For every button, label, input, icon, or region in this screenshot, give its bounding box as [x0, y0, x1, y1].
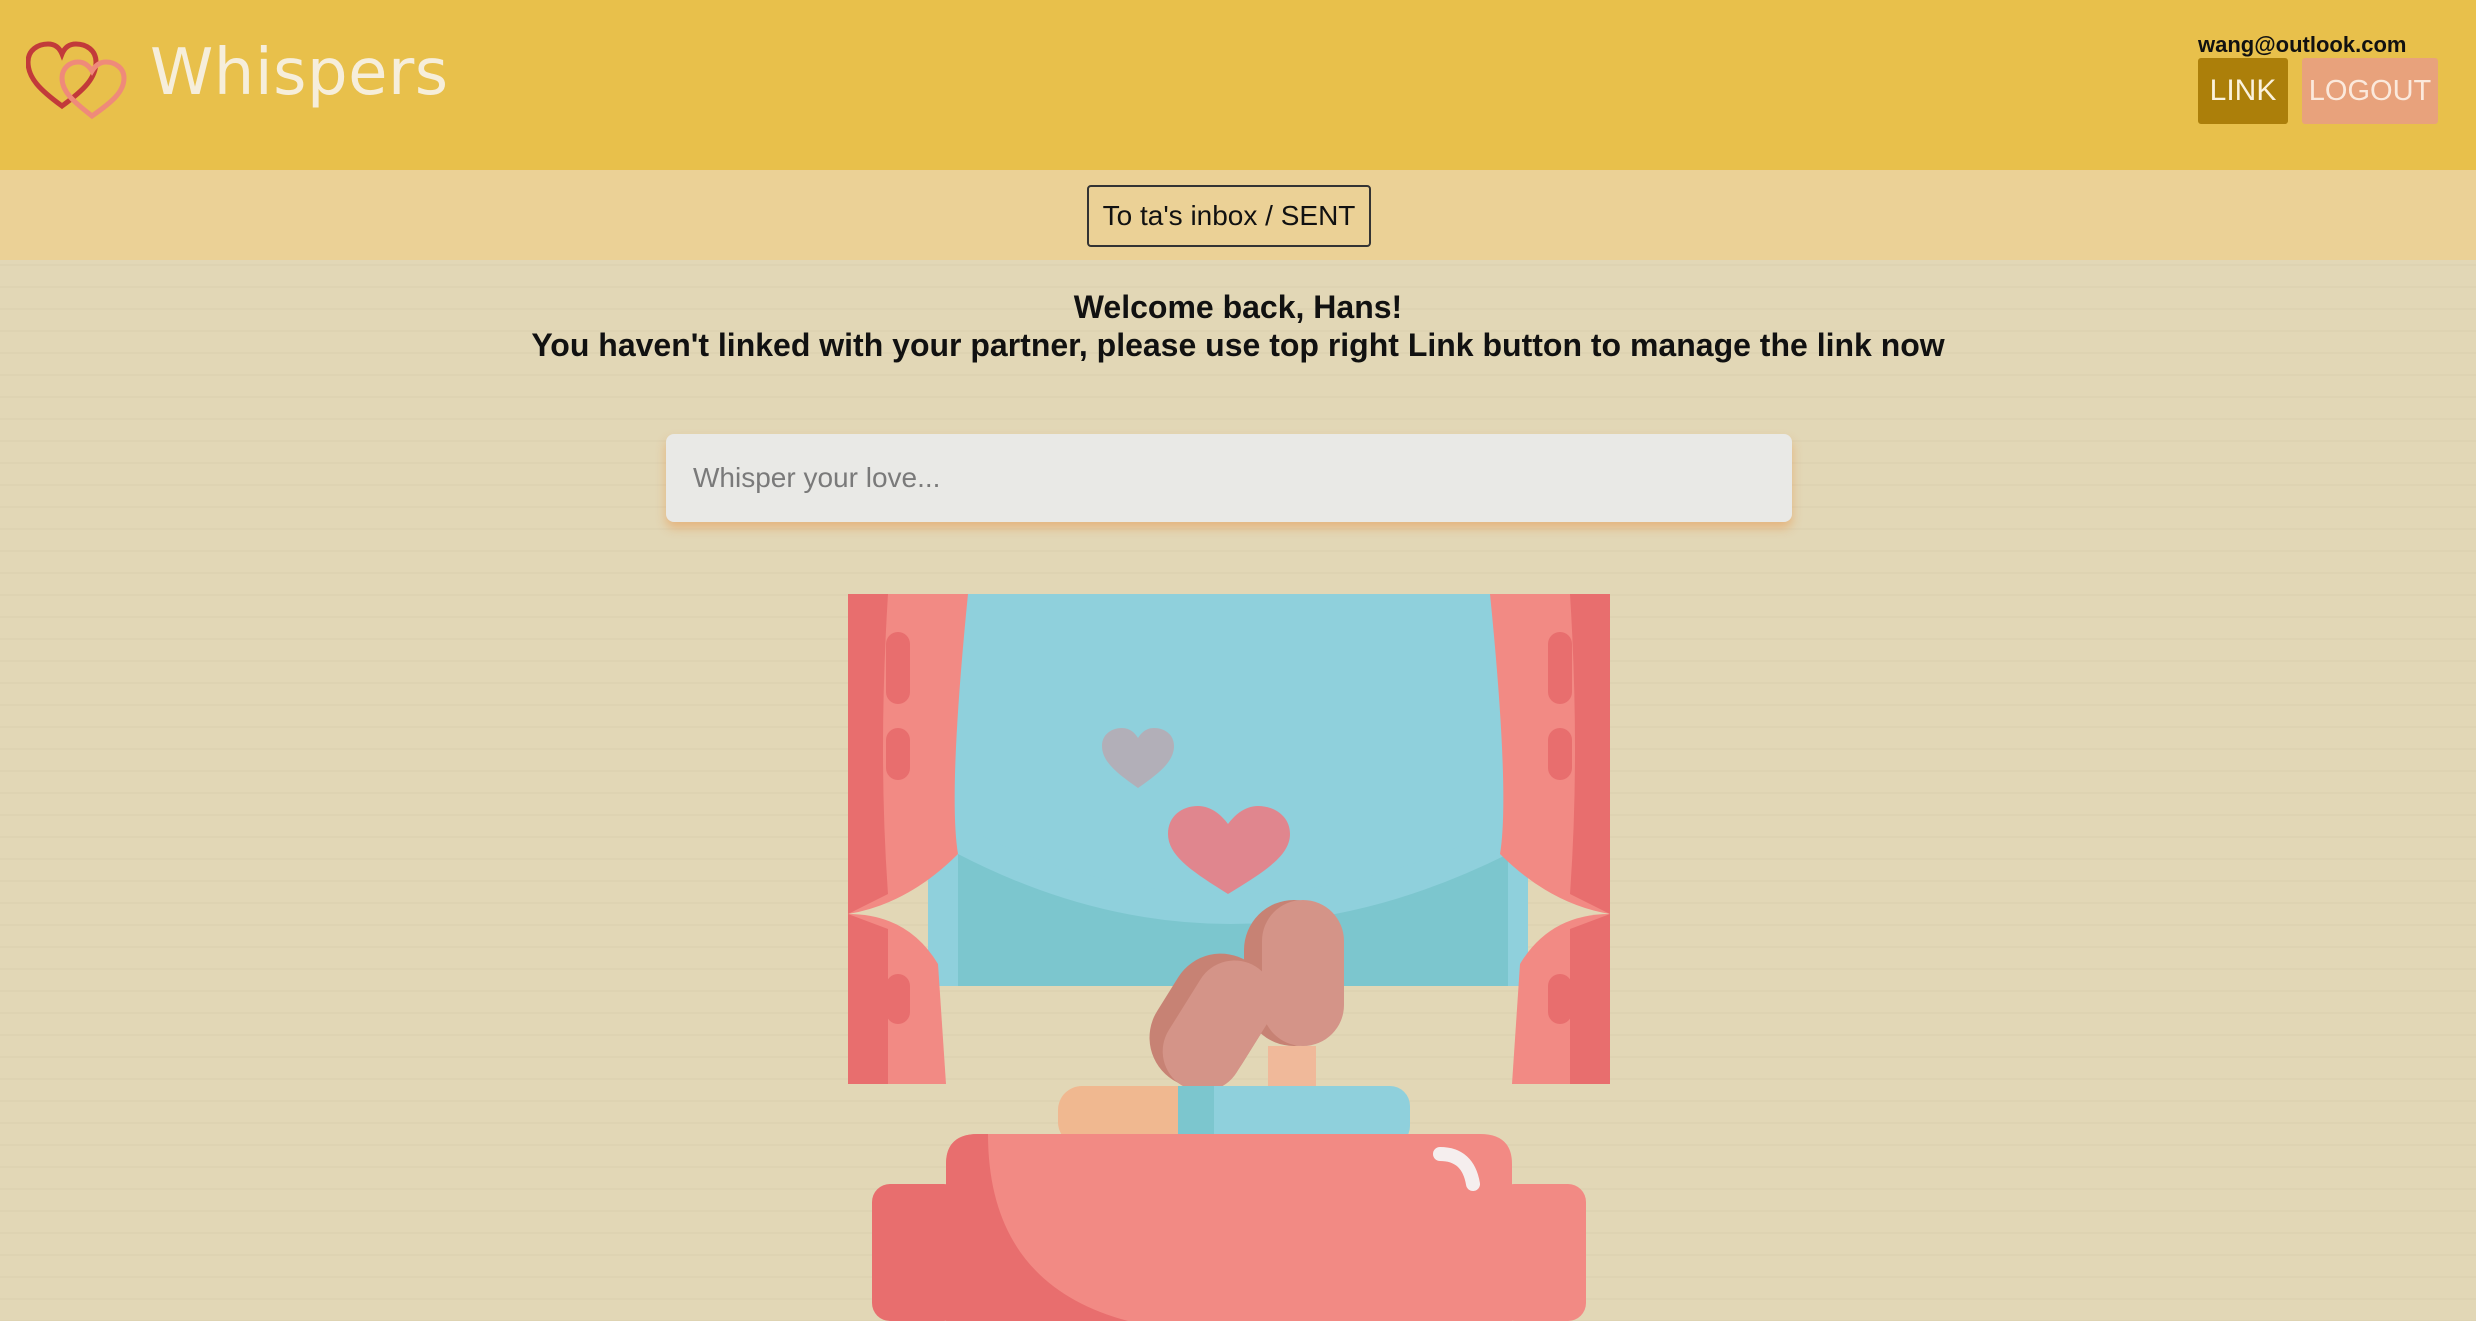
link-button[interactable]: LINK — [2198, 58, 2288, 124]
brand-title: Whispers — [150, 36, 449, 110]
welcome-greeting: Welcome back, Hans! — [1073, 289, 1403, 325]
link-notice: You haven't linked with your partner, pl… — [531, 327, 1945, 363]
whisper-input-container — [666, 434, 1792, 522]
whisper-input[interactable] — [666, 434, 1792, 522]
header: Whispers wang@outlook.com LINK LOGOUT — [0, 0, 2476, 170]
couple-window-illustration — [848, 594, 1610, 1321]
logout-button[interactable]: LOGOUT — [2302, 58, 2438, 124]
user-email: wang@outlook.com — [2198, 32, 2407, 57]
welcome-message: Welcome back, Hans! You haven't linked w… — [0, 288, 2476, 364]
inbox-sent-toggle-button[interactable]: To ta's inbox / SENT — [1087, 185, 1371, 247]
hearts-logo-icon — [26, 41, 127, 120]
